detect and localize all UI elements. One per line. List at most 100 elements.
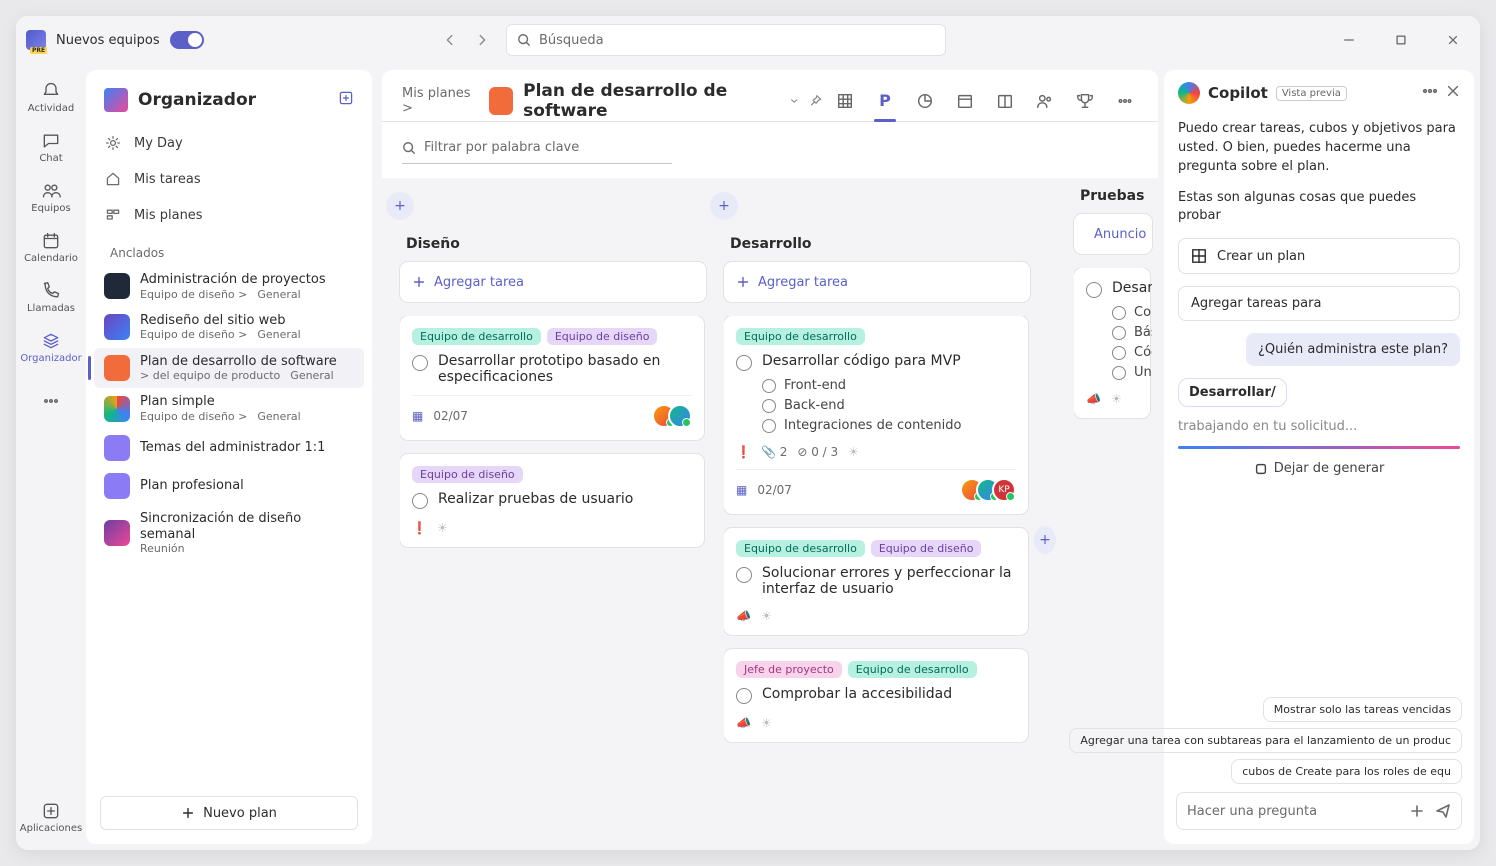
pinned-subtitle: Equipo de diseño >General	[140, 328, 301, 341]
complete-toggle[interactable]	[736, 355, 752, 371]
plus-icon	[412, 275, 426, 289]
search-input[interactable]: Búsqueda	[506, 24, 946, 56]
sun-icon	[104, 134, 122, 152]
subtask[interactable]: Básica	[1112, 324, 1138, 340]
complete-toggle[interactable]	[1112, 326, 1126, 340]
home-icon	[104, 170, 122, 188]
complete-toggle[interactable]	[736, 567, 752, 583]
subtask[interactable]: Integraciones de contenido	[762, 417, 1016, 433]
new-teams-toggle[interactable]	[170, 31, 204, 49]
maximize-button[interactable]	[1384, 26, 1418, 54]
complete-toggle[interactable]	[736, 688, 752, 704]
forward-button[interactable]	[468, 26, 496, 54]
send-icon[interactable]	[1435, 803, 1451, 819]
breadcrumb[interactable]: Mis planes >	[402, 86, 475, 116]
add-task-button[interactable]: Anuncio	[1074, 214, 1152, 254]
new-tab-button[interactable]	[338, 90, 354, 110]
plus-icon	[736, 275, 750, 289]
nav-my-tasks[interactable]: Mis tareas	[94, 162, 364, 196]
new-plan-button[interactable]: Nuevo plan	[100, 796, 358, 830]
add-task-button[interactable]: Agregar tarea	[400, 262, 706, 302]
nav-my-day[interactable]: My Day	[94, 126, 364, 160]
minimize-button[interactable]	[1332, 26, 1366, 54]
planner-logo-icon	[104, 88, 128, 112]
view-schedule[interactable]	[952, 80, 978, 122]
pinned-plan[interactable]: Plan profesional	[94, 467, 364, 505]
suggestion-create-plan[interactable]: Crear un plan	[1178, 238, 1460, 274]
prompt-chip[interactable]: cubos de Create para los roles de equ	[1231, 759, 1462, 784]
complete-toggle[interactable]	[412, 355, 428, 371]
nav-my-plans[interactable]: Mis planes	[94, 198, 364, 232]
chevron-down-icon[interactable]	[789, 95, 799, 107]
sidebar-title: Organizador	[138, 90, 256, 110]
pinned-plan[interactable]: Temas del administrador 1:1	[94, 429, 364, 467]
board-column: +Diseño Agregar tarea Equipo de desarrol…	[400, 186, 706, 828]
view-grid[interactable]	[832, 80, 858, 122]
suggestion-add-tasks[interactable]: Agregar tareas para	[1178, 286, 1460, 321]
complete-toggle[interactable]	[1086, 282, 1102, 298]
subtask[interactable]: Unidad	[1112, 364, 1138, 380]
stop-icon	[1254, 462, 1268, 476]
column-title: Desarrollo	[730, 236, 1024, 252]
view-more[interactable]	[1112, 80, 1138, 122]
add-before-button[interactable]: +	[710, 192, 738, 220]
view-people[interactable]	[1032, 80, 1058, 122]
teams-icon	[26, 30, 46, 50]
pinned-plan[interactable]: Rediseño del sitio web Equipo de diseño …	[94, 307, 364, 348]
plan-icon	[489, 87, 513, 115]
subtask[interactable]: Back-end	[762, 397, 1016, 413]
rail-calls[interactable]: Llamadas	[22, 274, 80, 320]
complete-toggle[interactable]	[762, 419, 776, 433]
complete-toggle[interactable]	[1112, 346, 1126, 360]
pinned-plan[interactable]: Administración de proyectos Equipo de di…	[94, 266, 364, 307]
pin-icon[interactable]	[810, 94, 822, 108]
stop-generating-button[interactable]: Dejar de generar	[1254, 461, 1385, 476]
complete-toggle[interactable]	[762, 379, 776, 393]
filter-input[interactable]: Filtrar por palabra clave	[402, 132, 672, 164]
task-card[interactable]: Desarrollar/Con.BásicaCódigoUnidad📣☀	[1074, 268, 1150, 418]
complete-toggle[interactable]	[412, 493, 428, 509]
rail-calendar[interactable]: Calendario	[22, 224, 80, 270]
back-button[interactable]	[436, 26, 464, 54]
pinned-plan[interactable]: Plan simple Equipo de diseño >General	[94, 388, 364, 429]
tag: Equipo de diseño	[412, 466, 523, 483]
plan-title: Plan de desarrollo de software	[523, 81, 779, 121]
tag: Equipo de desarrollo	[736, 328, 865, 345]
task-card[interactable]: Equipo de diseñoRealizar pruebas de usua…	[400, 454, 704, 547]
pinned-plan[interactable]: Sincronización de diseño semanal Reunión	[94, 505, 364, 561]
add-task-button[interactable]: Agregar tarea	[724, 262, 1030, 302]
pinned-plan[interactable]: Plan de desarrollo de software > del equ…	[94, 348, 364, 389]
task-card[interactable]: Equipo de desarrolloDesarrollar código p…	[724, 316, 1028, 514]
rail-planner[interactable]: Organizador	[22, 324, 80, 370]
plan-header: Mis planes > Plan de desarrollo de softw…	[382, 70, 1158, 122]
rail-chat[interactable]: Chat	[22, 124, 80, 170]
copilot-input[interactable]: Hacer una pregunta	[1176, 792, 1462, 830]
close-button[interactable]	[1436, 26, 1470, 54]
subtask[interactable]: Código	[1112, 344, 1138, 360]
rail-more[interactable]	[22, 378, 80, 424]
preview-badge: Vista previa	[1276, 86, 1347, 101]
prompt-chip[interactable]: Agregar una tarea con subtareas para el …	[1069, 728, 1462, 753]
task-card[interactable]: Jefe de proyectoEquipo de desarrolloComp…	[724, 649, 1028, 742]
add-before-button[interactable]: +	[386, 192, 414, 220]
subtask[interactable]: Front-end	[762, 377, 1016, 393]
copilot-more-button[interactable]	[1422, 83, 1438, 103]
complete-toggle[interactable]	[1112, 306, 1126, 320]
copilot-close-button[interactable]	[1446, 84, 1460, 102]
view-timeline[interactable]	[992, 80, 1018, 122]
view-charts[interactable]	[912, 80, 938, 122]
pinned-title: Plan profesional	[140, 478, 244, 494]
rail-teams[interactable]: Equipos	[22, 174, 80, 220]
plus-icon[interactable]	[1409, 803, 1425, 819]
task-card[interactable]: Equipo de desarrolloEquipo de diseñoDesa…	[400, 316, 704, 440]
view-board[interactable]: P	[872, 80, 898, 122]
rail-activity[interactable]: Actividad	[22, 74, 80, 120]
prompt-chip[interactable]: Mostrar solo las tareas vencidas	[1263, 697, 1462, 722]
complete-toggle[interactable]	[762, 399, 776, 413]
complete-toggle[interactable]	[1112, 366, 1126, 380]
rail-apps[interactable]: Aplicaciones	[22, 794, 80, 840]
subtask[interactable]: Con.	[1112, 304, 1138, 320]
add-before-button[interactable]: +	[1034, 526, 1056, 554]
task-card[interactable]: Equipo de desarrolloEquipo de diseñoSolu…	[724, 528, 1028, 635]
view-goals[interactable]	[1072, 80, 1098, 122]
